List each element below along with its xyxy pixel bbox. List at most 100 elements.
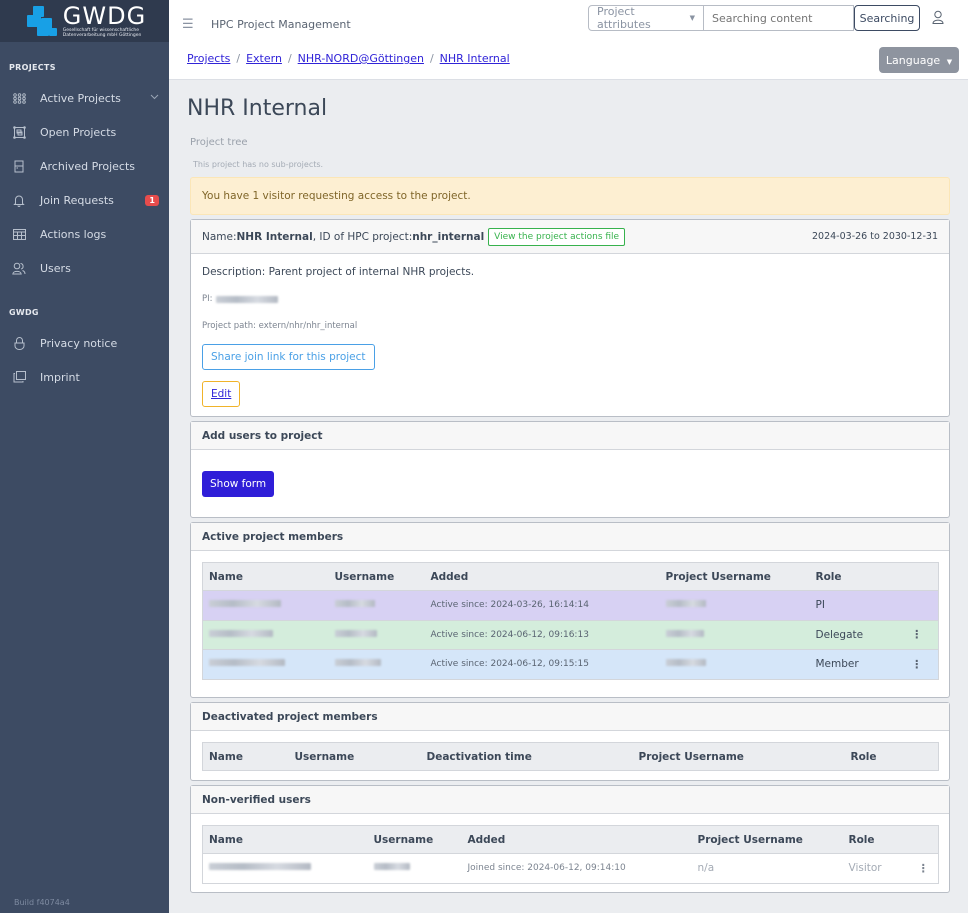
search-input[interactable]: [704, 5, 854, 31]
sidebar-item-label: Join Requests: [40, 193, 114, 207]
user-icon[interactable]: [932, 10, 946, 26]
breadcrumb-separator: /: [429, 52, 434, 65]
add-users-header: Add users to project: [191, 422, 949, 450]
pi-name-redacted: [215, 295, 278, 303]
non-verified-users-card: Non-verified users Name Username Added P…: [190, 785, 950, 893]
language-button[interactable]: Language ▼: [879, 47, 959, 73]
logo-squares-icon: [23, 4, 61, 38]
sidebar-item-archived-projects[interactable]: Archived Projects: [0, 149, 169, 183]
sidebar: GWDG Gesellschaft für wissenschaftliche …: [0, 0, 169, 913]
member-role: Member: [809, 649, 896, 680]
breadcrumb-nhr-internal[interactable]: NHR Internal: [440, 52, 510, 65]
language-label: Language: [885, 53, 941, 67]
sidebar-item-users[interactable]: Users: [0, 251, 169, 285]
deactivated-members-table: Name Username Deactivation time Project …: [202, 742, 939, 771]
member-username-redacted: [328, 620, 425, 650]
table-row: Active since: 2024-06-12, 09:16:13 Deleg…: [202, 620, 939, 650]
project-attributes-label: Project attributes: [597, 5, 651, 31]
archive-icon: [12, 159, 26, 173]
column-header-actions: [908, 825, 939, 854]
kebab-menu-icon[interactable]: ⋮: [895, 649, 939, 680]
hamburger-icon[interactable]: ☰: [182, 17, 194, 32]
app-title: HPC Project Management: [211, 18, 351, 31]
sidebar-item-label: Privacy notice: [40, 336, 118, 350]
member-actions-empty: [895, 590, 939, 621]
column-header-deactivation-time: Deactivation time: [420, 742, 633, 771]
pi-label: PI:: [202, 294, 213, 304]
chevron-down-icon[interactable]: [150, 93, 159, 103]
project-description: Description: Parent project of internal …: [202, 266, 475, 278]
breadcrumb-nhr-nord[interactable]: NHR-NORD@Göttingen: [298, 52, 424, 65]
member-role: PI: [809, 590, 896, 621]
column-header-username: Username: [328, 562, 425, 591]
active-members-table: Name Username Added Project Username Rol…: [202, 562, 939, 680]
non-verified-users-table: Name Username Added Project Username Rol…: [202, 825, 939, 884]
visitor-added: Joined since: 2024-06-12, 09:14:10: [461, 853, 692, 884]
topbar: ☰ HPC Project Management Project attribu…: [169, 0, 968, 80]
share-join-link-button[interactable]: Share join link for this project: [202, 344, 375, 370]
breadcrumb-extern[interactable]: Extern: [246, 52, 282, 65]
sidebar-item-label: Archived Projects: [40, 159, 136, 173]
open-box-icon: [12, 125, 26, 139]
sidebar-item-label: Users: [40, 261, 71, 275]
kebab-menu-icon[interactable]: ⋮: [895, 620, 939, 650]
column-header-username: Username: [367, 825, 462, 854]
breadcrumb-projects[interactable]: Projects: [187, 52, 230, 65]
member-username-redacted: [328, 649, 425, 680]
breadcrumb-separator: /: [287, 52, 292, 65]
member-added: Active since: 2024-06-12, 09:16:13: [424, 620, 660, 650]
sidebar-item-imprint[interactable]: Imprint: [0, 360, 169, 394]
sidebar-item-active-projects[interactable]: Active Projects: [0, 81, 169, 115]
page-title: NHR Internal: [187, 96, 328, 121]
column-header-name: Name: [202, 825, 368, 854]
caret-down-icon: ▼: [689, 14, 695, 22]
project-path: Project path: extern/nhr/nhr_internal: [202, 321, 358, 331]
sidebar-section-gwdg: GWDG: [9, 308, 39, 317]
sidebar-item-join-requests[interactable]: Join Requests 1: [0, 183, 169, 217]
column-header-username: Username: [288, 742, 421, 771]
gwdg-logo[interactable]: GWDG Gesellschaft für wissenschaftliche …: [0, 0, 169, 42]
member-project-username-redacted: [659, 590, 810, 621]
column-header-added: Added: [424, 562, 660, 591]
visitor-alert: You have 1 visitor requesting access to …: [190, 177, 950, 215]
edit-button[interactable]: Edit: [202, 381, 241, 407]
project-info-card: Name: NHR Internal , ID of HPC project: …: [190, 219, 950, 417]
column-header-added: Added: [461, 825, 692, 854]
column-header-name: Name: [202, 742, 289, 771]
logo-word: GWDG: [62, 2, 147, 30]
copy-pages-icon: [12, 370, 26, 384]
sidebar-item-label: Actions logs: [40, 227, 107, 241]
project-name: NHR Internal: [236, 230, 313, 243]
join-requests-badge: 1: [145, 194, 159, 206]
column-header-name: Name: [202, 562, 329, 591]
column-header-actions: [895, 562, 939, 591]
member-name-redacted: [202, 649, 329, 680]
column-header-project-username: Project Username: [659, 562, 810, 591]
breadcrumb: Projects / Extern / NHR-NORD@Göttingen /…: [187, 52, 510, 65]
view-actions-file-button[interactable]: View the project actions file: [488, 227, 626, 246]
project-tree-note: This project has no sub-projects.: [193, 160, 324, 169]
visitor-project-username: n/a: [691, 853, 843, 884]
main-content: NHR Internal Project tree This project h…: [169, 80, 968, 913]
sidebar-item-label: Open Projects: [40, 125, 117, 139]
column-header-role: Role: [809, 562, 896, 591]
grid-dots-icon: [12, 91, 26, 105]
sidebar-item-actions-logs[interactable]: Actions logs: [0, 217, 169, 251]
sidebar-item-label: Active Projects: [40, 91, 121, 105]
non-verified-users-header: Non-verified users: [191, 786, 949, 814]
build-version: Build f4074a4: [14, 898, 70, 907]
project-info-header: Name: NHR Internal , ID of HPC project: …: [191, 220, 949, 254]
member-added: Active since: 2024-06-12, 09:15:15: [424, 649, 660, 680]
kebab-menu-icon[interactable]: ⋮: [908, 853, 939, 884]
search-button[interactable]: Searching: [854, 5, 920, 31]
project-date-range: 2024-03-26 to 2030-12-31: [812, 231, 938, 242]
deactivated-members-card: Deactivated project members Name Usernam…: [190, 702, 950, 781]
project-attributes-select[interactable]: Project attributes ▼: [588, 5, 704, 31]
show-form-button[interactable]: Show form: [202, 471, 275, 497]
sidebar-item-open-projects[interactable]: Open Projects: [0, 115, 169, 149]
sidebar-item-privacy-notice[interactable]: Privacy notice: [0, 326, 169, 360]
sidebar-item-label: Imprint: [40, 370, 80, 384]
sidebar-section-projects: PROJECTS: [9, 63, 56, 72]
project-tree-label: Project tree: [190, 137, 248, 148]
breadcrumb-separator: /: [236, 52, 241, 65]
